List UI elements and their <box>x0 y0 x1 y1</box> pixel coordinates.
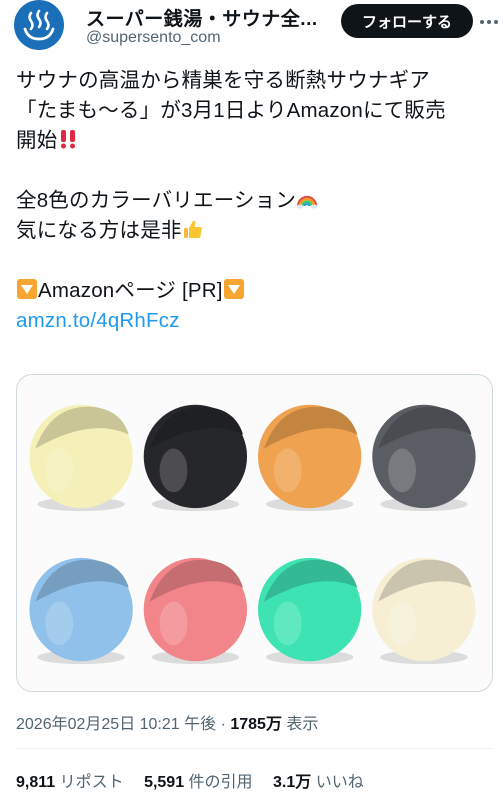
cup-6 <box>143 557 248 665</box>
tweet-line-text: 全8色のカラーバリエーション <box>16 189 297 212</box>
account-display-name[interactable]: スーパー銭湯・サウナ全... <box>86 4 326 31</box>
reposts-stat[interactable]: 9,811 リポスト <box>16 774 124 791</box>
follow-button[interactable]: フォローする <box>341 4 473 38</box>
tweet-meta: 2026年02月25日 10:21 午後 · 1785万 表示 <box>16 710 318 734</box>
quotes-count: 5,591 <box>144 774 185 791</box>
product-image[interactable] <box>16 374 493 692</box>
avatar[interactable] <box>14 0 64 50</box>
cup-5 <box>29 557 133 665</box>
likes-count: 3.1万 <box>273 774 312 791</box>
views-label: 表示 <box>281 716 319 733</box>
tweet-header: スーパー銭湯・サウナ全... @supersento_com フォローする <box>14 0 498 56</box>
down-triangle-icon <box>17 279 37 299</box>
thumbs-up-icon <box>183 220 202 238</box>
amazon-link[interactable]: amzn.to/4qRhFcz <box>16 306 494 336</box>
cup-7 <box>257 557 362 665</box>
tweet-line: 開始 <box>16 126 494 156</box>
tweet-line: 全8色のカラーバリエーション <box>16 186 494 216</box>
views-count: 1785万 <box>230 716 282 733</box>
tweet-text: サウナの高温から精巣を守る断熱サウナギア 「たまも〜る」が3月1日よりAmazo… <box>16 66 494 336</box>
divider <box>16 748 494 749</box>
rainbow-icon <box>296 195 318 209</box>
timestamp[interactable]: 2026年02月25日 10:21 午後 · <box>16 716 230 733</box>
tweet-line: Amazonページ [PR] <box>16 276 494 306</box>
hot-spring-icon <box>23 9 55 41</box>
cup-8 <box>372 557 476 665</box>
quotes-label: 件の引用 <box>184 774 253 791</box>
tweet-line-text: 気になる方は是非 <box>16 219 182 242</box>
likes-label: いいね <box>311 774 364 791</box>
tweet-line-text: 開始 <box>16 129 58 152</box>
cup-1 <box>29 404 133 512</box>
down-triangle-icon <box>223 279 244 299</box>
cups-illustration <box>29 404 476 665</box>
tweet-line: 気になる方は是非 <box>16 216 494 246</box>
tweet-stats: 9,811 リポスト 5,591 件の引用 3.1万 いいね <box>16 768 380 792</box>
tweet-line: 「たまも〜る」が3月1日よりAmazonにて販売 <box>16 99 446 122</box>
tweet-line-text: Amazonページ [PR] <box>38 279 223 302</box>
account-handle[interactable]: @supersento_com <box>86 29 221 47</box>
double-exclamation-icon <box>61 130 76 149</box>
cup-3 <box>257 404 362 512</box>
reposts-count: 9,811 <box>16 774 56 791</box>
tweet-line: サウナの高温から精巣を守る断熱サウナギア <box>16 69 430 92</box>
likes-stat[interactable]: 3.1万 いいね <box>273 774 364 791</box>
quotes-stat[interactable]: 5,591 件の引用 <box>144 774 253 791</box>
reposts-label: リポスト <box>55 774 124 791</box>
cup-2 <box>143 404 248 512</box>
cup-4 <box>372 404 476 512</box>
more-dots-icon[interactable] <box>480 12 500 32</box>
